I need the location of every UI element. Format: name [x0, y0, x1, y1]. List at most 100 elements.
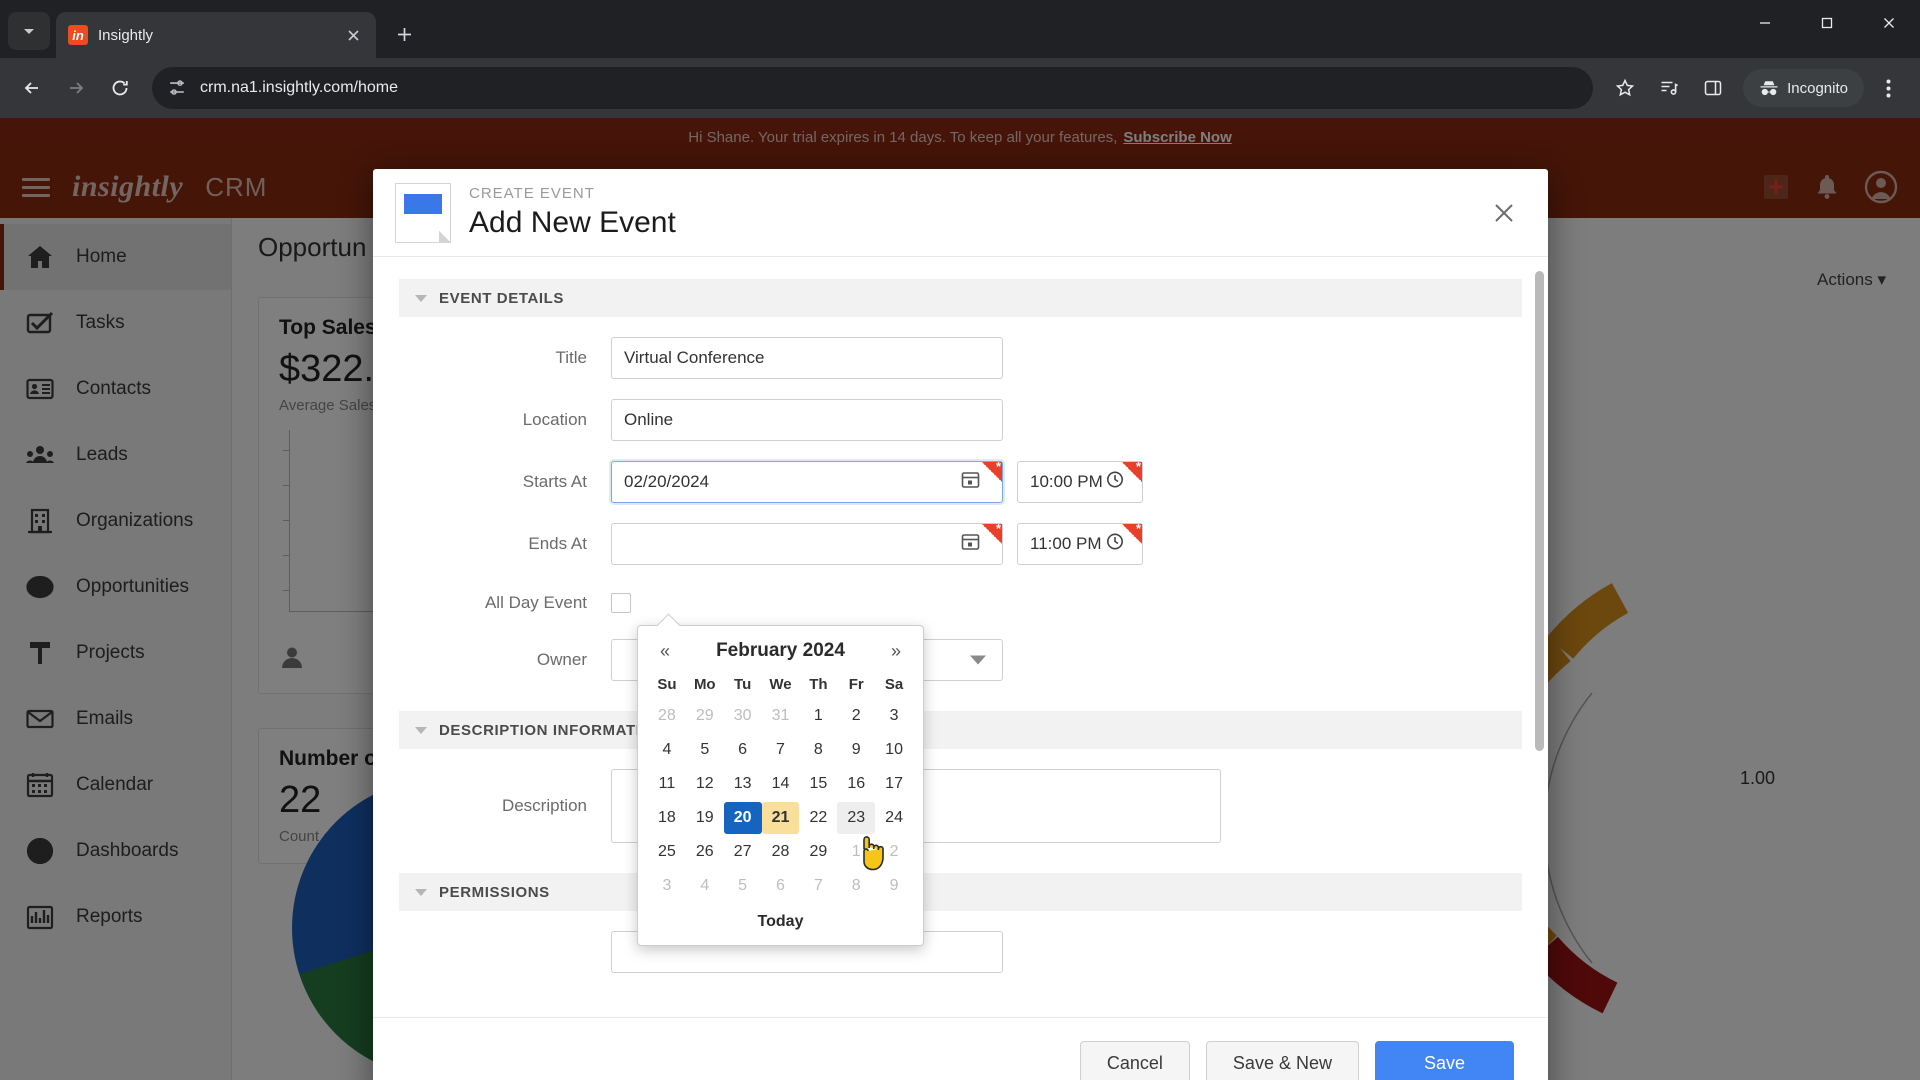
calendar-day[interactable]: 2: [875, 836, 913, 868]
site-settings-icon[interactable]: [166, 77, 188, 99]
side-panel-icon[interactable]: [1693, 68, 1733, 108]
calendar-day[interactable]: 21: [761, 802, 800, 834]
calendar-day[interactable]: 24: [875, 802, 913, 834]
section-event-details[interactable]: EVENT DETAILS: [399, 279, 1522, 317]
calendar-day[interactable]: 5: [724, 870, 762, 902]
forward-icon[interactable]: [56, 68, 96, 108]
section-description-information[interactable]: DESCRIPTION INFORMATIO: [399, 711, 1522, 749]
calendar-day[interactable]: 7: [799, 870, 837, 902]
save-button[interactable]: Save: [1374, 1040, 1514, 1080]
calendar-day[interactable]: 5: [686, 734, 724, 766]
new-tab-button[interactable]: [386, 16, 422, 52]
modal-body: EVENT DETAILS Title Virtual Conference L…: [373, 257, 1548, 1017]
window-close-icon[interactable]: [1858, 0, 1920, 46]
cancel-button[interactable]: Cancel: [1079, 1040, 1190, 1080]
calendar-day[interactable]: 29: [686, 700, 724, 732]
calendar-icon[interactable]: [961, 470, 980, 494]
calendar-day[interactable]: 16: [837, 768, 875, 800]
calendar-day[interactable]: 15: [799, 768, 837, 800]
minimize-icon[interactable]: [1734, 0, 1796, 46]
required-marker: [1122, 459, 1142, 482]
incognito-profile-button[interactable]: Incognito: [1743, 69, 1864, 107]
next-month-button[interactable]: »: [879, 641, 913, 662]
starts-at-date-input[interactable]: 02/20/2024: [611, 459, 1003, 503]
close-icon[interactable]: [342, 24, 364, 46]
chevron-down-icon: [970, 655, 986, 665]
calendar-day[interactable]: 19: [686, 802, 724, 834]
calendar-day[interactable]: 28: [648, 700, 686, 732]
calendar-day[interactable]: 25: [648, 836, 686, 868]
calendar-day[interactable]: 3: [648, 870, 686, 902]
calendar-day[interactable]: 30: [724, 700, 762, 732]
field-row-all-day-event: All Day Event: [399, 593, 1522, 613]
field-row-title: Title Virtual Conference: [399, 337, 1522, 379]
title-input[interactable]: Virtual Conference: [611, 337, 1003, 379]
calendar-day[interactable]: 10: [875, 734, 913, 766]
calendar-day[interactable]: 22: [799, 802, 837, 834]
calendar-day[interactable]: 6: [762, 870, 800, 902]
calendar-day[interactable]: 4: [686, 870, 724, 902]
starts-at-date-value: 02/20/2024: [624, 472, 710, 491]
starts-at-time-input[interactable]: 10:00 PM: [1017, 459, 1143, 503]
calendar-day[interactable]: 3: [875, 700, 913, 732]
calendar-day[interactable]: 17: [875, 768, 913, 800]
modal-title: Add New Event: [469, 206, 676, 239]
calendar-day[interactable]: 6: [724, 734, 762, 766]
reload-icon[interactable]: [100, 68, 140, 108]
calendar-day[interactable]: 12: [686, 768, 724, 800]
modal-scrollbar[interactable]: [1535, 271, 1544, 751]
modal-close-icon[interactable]: [1482, 191, 1526, 235]
location-input[interactable]: Online: [611, 399, 1003, 441]
bookmark-star-icon[interactable]: [1605, 68, 1645, 108]
calendar-day[interactable]: 9: [875, 870, 913, 902]
calendar-day[interactable]: 11: [648, 768, 686, 800]
date-picker-grid: Su Mo Tu We Th Fr Sa 28 29 30 31 1 2 3 4 5 6 7 8 9 10 11 12 13 1…: [648, 668, 913, 903]
section-permissions[interactable]: PERMISSIONS: [399, 873, 1522, 911]
address-bar[interactable]: crm.na1.insightly.com/home: [152, 67, 1594, 109]
ends-at-date-input[interactable]: [611, 521, 1003, 565]
profile-label: Incognito: [1787, 79, 1848, 97]
chrome-menu-icon[interactable]: [1868, 68, 1908, 108]
calendar-day[interactable]: 2: [837, 700, 875, 732]
calendar-day[interactable]: 28: [762, 836, 800, 868]
browser-tab[interactable]: in Insightly: [56, 12, 376, 58]
event-document-icon: [395, 182, 451, 243]
calendar-day[interactable]: 31: [762, 700, 800, 732]
calendar-day[interactable]: 27: [724, 836, 762, 868]
calendar-day[interactable]: 8: [837, 870, 875, 902]
calendar-day[interactable]: 1: [837, 836, 875, 868]
all-day-event-checkbox[interactable]: [611, 593, 631, 613]
calendar-day[interactable]: 13: [724, 768, 762, 800]
field-row-permissions: [399, 931, 1522, 973]
calendar-day[interactable]: 18: [648, 802, 686, 834]
calendar-day[interactable]: 14: [762, 768, 800, 800]
calendar-day[interactable]: 4: [648, 734, 686, 766]
calendar-day[interactable]: 20: [723, 802, 762, 834]
ends-at-time-value: 11:00 PM: [1030, 534, 1102, 553]
modal-header: CREATE EVENT Add New Event: [373, 169, 1548, 257]
reading-list-icon[interactable]: [1649, 68, 1689, 108]
insightly-logo-icon: in: [68, 25, 88, 45]
description-label: Description: [501, 796, 587, 815]
prev-month-button[interactable]: «: [648, 641, 682, 662]
calendar-day[interactable]: 8: [799, 734, 837, 766]
ends-at-time-input[interactable]: 11:00 PM: [1017, 521, 1143, 565]
calendar-day[interactable]: 26: [686, 836, 724, 868]
today-button[interactable]: Today: [648, 903, 913, 935]
calendar-day[interactable]: 1: [799, 700, 837, 732]
back-icon[interactable]: [12, 68, 52, 108]
calendar-day[interactable]: 7: [762, 734, 800, 766]
field-row-location: Location Online: [399, 399, 1522, 441]
calendar-day[interactable]: 23: [837, 802, 876, 834]
tab-search-button[interactable]: [8, 12, 50, 50]
required-marker: [982, 521, 1002, 544]
calendar-day[interactable]: 29: [799, 836, 837, 868]
field-row-description: Description: [399, 769, 1522, 843]
weekday-header: Fr: [848, 676, 864, 693]
calendar-day[interactable]: 9: [837, 734, 875, 766]
window-controls: [1734, 0, 1920, 46]
maximize-icon[interactable]: [1796, 0, 1858, 46]
save-and-new-button[interactable]: Save & New: [1205, 1040, 1359, 1080]
calendar-icon[interactable]: [961, 532, 980, 556]
starts-at-time-value: 10:00 PM: [1030, 472, 1103, 491]
